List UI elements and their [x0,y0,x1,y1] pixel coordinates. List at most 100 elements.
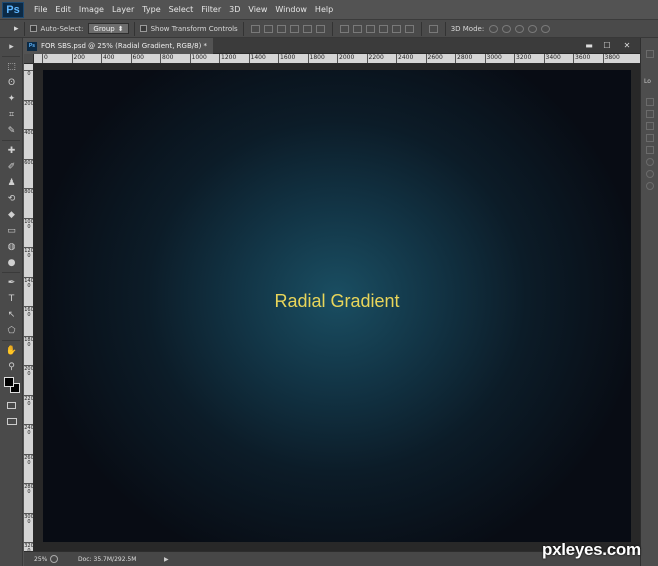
panel-eye-icon[interactable] [646,170,654,178]
tools-panel: ▸ ⬚ ʘ ✦ ⌗ ✎ ✚ ✐ ♟ ⟲ ◆ ▭ ◍ ● ✒ T ↖ ⬠ ✋ ⚲ [0,38,23,566]
menu-type[interactable]: Type [138,0,164,20]
horizontal-ruler[interactable]: 0 200 400 600 800 1000 1200 1400 1600 1800 2000 220… [34,54,640,64]
align-bottom-icon[interactable] [276,24,286,33]
status-menu-arrow-icon[interactable]: ▶ [164,556,169,563]
ruler-tick-label: 1800 [24,335,34,348]
move-tool-preset-icon[interactable]: ▸ [14,24,19,34]
ruler-tick-label: 1000 [189,54,207,63]
panel-icon[interactable] [646,146,654,154]
foreground-color-swatch[interactable] [4,377,14,387]
ruler-tick-label: 1600 [24,306,34,318]
crop-tool-icon[interactable]: ⌗ [2,107,21,122]
align-hcenter-icon[interactable] [302,24,312,33]
auto-select-dropdown[interactable]: Group ⬍ [88,23,129,34]
show-transform-label: Show Transform Controls [150,24,238,33]
maximize-icon[interactable]: ☐ [598,40,616,51]
auto-select-checkbox[interactable] [29,25,37,32]
lasso-tool-icon[interactable]: ʘ [2,75,21,90]
3d-slide-icon[interactable] [528,24,538,33]
dodge-tool-icon[interactable]: ● [2,255,21,270]
3d-pan-icon[interactable] [515,24,525,33]
menu-view[interactable]: View [244,0,271,20]
type-tool-icon[interactable]: T [2,291,21,306]
healing-brush-tool-icon[interactable]: ✚ [2,143,21,158]
screen-mode-icon[interactable] [2,414,21,429]
align-top-icon[interactable] [250,24,260,33]
panel-icon[interactable] [646,98,654,106]
menu-layer[interactable]: Layer [108,0,138,20]
ruler-tick-label: 2000 [24,365,34,377]
pen-tool-icon[interactable]: ✒ [2,275,21,290]
ruler-tick-label: 1400 [248,54,266,63]
document-tab-bar: Ps FOR SBS.psd @ 25% (Radial Gradient, R… [24,38,640,54]
distribute-vcenter-icon[interactable] [352,24,362,33]
panel-icon[interactable] [646,50,654,58]
auto-align-icon[interactable] [428,24,438,33]
panel-icon[interactable] [646,134,654,142]
history-brush-tool-icon[interactable]: ⟲ [2,191,21,206]
status-info-icon[interactable] [50,555,58,563]
blur-tool-icon[interactable]: ◍ [2,239,21,254]
panel-icon[interactable] [646,110,654,118]
distribute-top-icon[interactable] [339,24,349,33]
color-swatches[interactable] [2,376,21,396]
panel-eye-icon[interactable] [646,158,654,166]
menu-edit[interactable]: Edit [51,0,75,20]
zoom-tool-icon[interactable]: ⚲ [2,359,21,374]
close-icon[interactable]: ✕ [618,40,636,51]
ruler-tick-label: 0 [42,54,48,63]
menu-image[interactable]: Image [75,0,108,20]
right-panel-dock: Lo [640,38,658,566]
divider [2,272,20,273]
menu-select[interactable]: Select [165,0,198,20]
hand-tool-icon[interactable]: ✋ [2,343,21,358]
gradient-tool-icon[interactable]: ▭ [2,223,21,238]
canvas[interactable]: Radial Gradient [43,70,631,542]
panel-icon[interactable] [646,122,654,130]
marquee-tool-icon[interactable]: ⬚ [2,59,21,74]
minimize-icon[interactable]: ▬ [580,40,598,51]
zoom-level[interactable]: 25% [24,556,50,563]
shape-tool-icon[interactable]: ⬠ [2,323,21,338]
layers-panel-tab[interactable]: Lo [644,78,651,85]
ruler-tick-label: 3000 [484,54,502,63]
distribute-left-icon[interactable] [378,24,388,33]
canvas-area[interactable]: Radial Gradient [34,64,640,551]
ruler-tick-label: 2800 [455,54,472,63]
3d-roll-icon[interactable] [502,24,512,33]
brush-tool-icon[interactable]: ✐ [2,159,21,174]
ruler-tick-label: 1800 [307,54,325,63]
show-transform-checkbox[interactable] [139,25,147,32]
move-tool-icon[interactable]: ▸ [2,39,21,54]
menu-3d[interactable]: 3D [225,0,244,20]
menu-help[interactable]: Help [311,0,337,20]
panel-eye-icon[interactable] [646,182,654,190]
eyedropper-tool-icon[interactable]: ✎ [2,123,21,138]
ruler-tick-label: 1200 [24,247,34,259]
ruler-tick-label: 1400 [24,276,34,289]
3d-scale-icon[interactable] [541,24,551,33]
menu-filter[interactable]: Filter [197,0,225,20]
quick-mask-icon[interactable] [2,398,21,413]
path-select-tool-icon[interactable]: ↖ [2,307,21,322]
vertical-ruler[interactable]: 0 200 400 600 800 1000 1200 1400 1600 1800 2000 220… [24,64,34,551]
document-tab[interactable]: Ps FOR SBS.psd @ 25% (Radial Gradient, R… [24,38,214,54]
distribute-bottom-icon[interactable] [365,24,375,33]
ruler-tick-label: 3000 [24,512,34,525]
menu-file[interactable]: File [30,0,51,20]
ruler-tick-label: 800 [160,54,173,63]
document-title: FOR SBS.psd @ 25% (Radial Gradient, RGB/… [41,42,208,50]
align-right-icon[interactable] [315,24,325,33]
align-vcenter-icon[interactable] [263,24,273,33]
distribute-hcenter-icon[interactable] [391,24,401,33]
3d-orbit-icon[interactable] [489,24,499,33]
menu-window[interactable]: Window [271,0,311,20]
quick-select-tool-icon[interactable]: ✦ [2,91,21,106]
eraser-tool-icon[interactable]: ◆ [2,207,21,222]
distribute-right-icon[interactable] [404,24,414,33]
clone-stamp-tool-icon[interactable]: ♟ [2,175,21,190]
ruler-tick-label: 2600 [425,54,443,63]
ruler-origin[interactable] [24,54,34,64]
dropdown-arrow-icon: ⬍ [117,24,124,33]
align-left-icon[interactable] [289,24,299,33]
